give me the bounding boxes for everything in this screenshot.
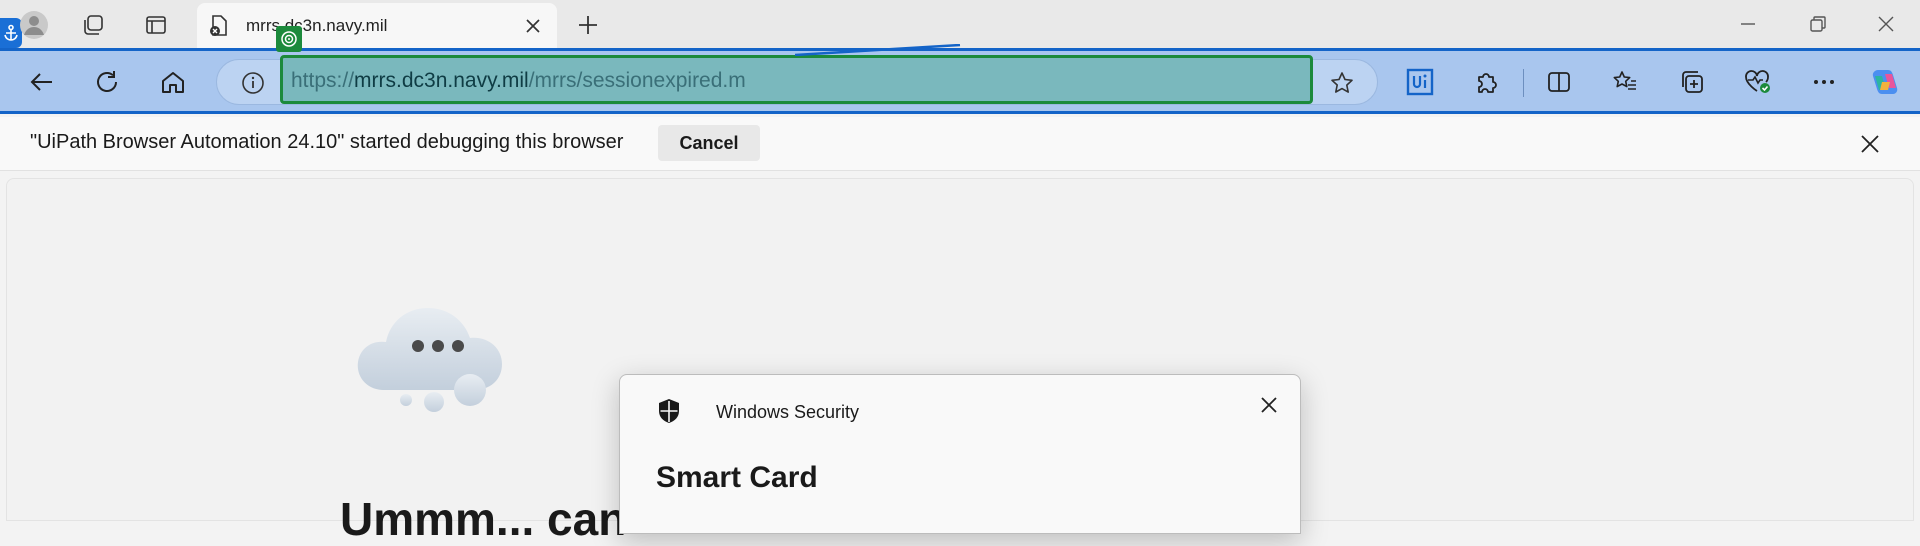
debug-infobar: "UiPath Browser Automation 24.10" starte… xyxy=(0,117,1920,171)
more-icon[interactable] xyxy=(1808,66,1840,98)
dialog-close-icon[interactable] xyxy=(1256,392,1282,418)
heartbeat-icon[interactable] xyxy=(1742,66,1774,98)
toolbar-divider xyxy=(1523,69,1524,97)
back-arrow-icon[interactable] xyxy=(26,66,58,98)
copilot-icon[interactable] xyxy=(1869,66,1901,98)
minimize-icon[interactable] xyxy=(1736,12,1760,36)
favorites-icon[interactable] xyxy=(1609,66,1641,98)
dialog-title: Smart Card xyxy=(656,461,818,494)
close-window-icon[interactable] xyxy=(1874,12,1898,36)
cloud-icon xyxy=(357,308,502,412)
close-tab-icon[interactable] xyxy=(522,15,544,37)
highlight-connector xyxy=(795,44,961,56)
plus-icon[interactable] xyxy=(572,9,604,41)
split-screen-icon[interactable] xyxy=(1543,66,1575,98)
page-error-icon xyxy=(210,15,227,36)
uipath-icon[interactable] xyxy=(1404,66,1436,98)
tab-actions-icon[interactable] xyxy=(140,9,172,41)
restore-icon[interactable] xyxy=(1806,12,1830,36)
page-headline: Ummm... can xyxy=(340,493,627,545)
dialog-app-name: Windows Security xyxy=(716,402,860,422)
puzzle-icon[interactable] xyxy=(1471,66,1503,98)
shield-icon xyxy=(659,399,679,423)
cancel-button[interactable]: Cancel xyxy=(658,125,760,161)
info-icon[interactable] xyxy=(241,71,265,95)
target-icon xyxy=(276,26,302,52)
tab-active[interactable]: mrrs.dc3n.navy.mil xyxy=(197,3,557,48)
close-icon[interactable] xyxy=(1858,132,1882,156)
workspaces-icon[interactable] xyxy=(77,9,109,41)
tab-title: mrrs.dc3n.navy.mil xyxy=(246,16,388,35)
url-text[interactable]: https://mrrs.dc3n.navy.mil/mrrs/sessione… xyxy=(291,69,746,93)
home-icon[interactable] xyxy=(157,66,189,98)
debug-message: "UiPath Browser Automation 24.10" starte… xyxy=(30,131,624,153)
refresh-icon[interactable] xyxy=(91,66,123,98)
star-icon[interactable] xyxy=(1329,70,1355,96)
url-highlight[interactable]: https://mrrs.dc3n.navy.mil/mrrs/sessione… xyxy=(280,55,1313,104)
profile-icon[interactable] xyxy=(18,9,50,41)
collections-icon[interactable] xyxy=(1676,66,1708,98)
windows-security-dialog: Windows Security Smart Card xyxy=(619,374,1301,534)
